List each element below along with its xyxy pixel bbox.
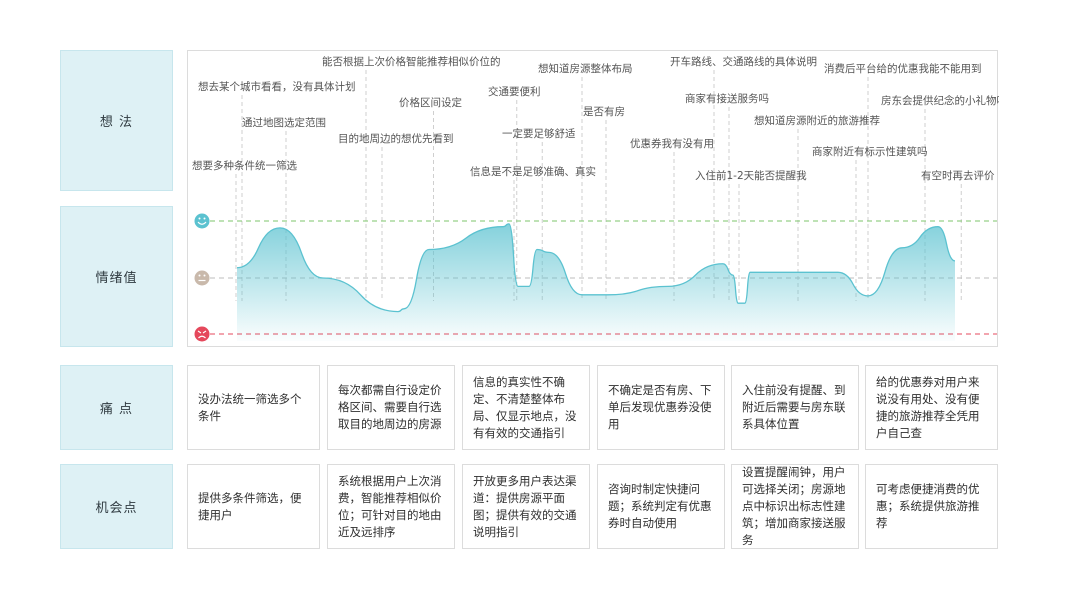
opportunity-cell: 设置提醒闹钟，用户可选择关闭；房源地点中标识出标志性建筑；增加商家接送服务 xyxy=(731,464,859,549)
row-label-emotion: 情绪值 xyxy=(60,206,173,347)
thought-label: 通过地图选定范围 xyxy=(242,116,326,129)
thought-label: 开车路线、交通路线的具体说明 xyxy=(670,55,817,68)
opportunity-cell: 系统根据用户上次消费，智能推荐相似价位；可针对目的地由近及远排序 xyxy=(327,464,455,549)
pain-point-cell: 每次都需自行设定价格区间、需要自行选取目的地周边的房源 xyxy=(327,365,455,450)
thought-label: 是否有房 xyxy=(583,105,625,118)
thought-label: 目的地周边的想优先看到 xyxy=(338,132,454,145)
thought-label: 房东会提供纪念的小礼物吗 xyxy=(881,94,999,107)
pain-point-cell: 给的优惠券对用户来说没有用处、没有便捷的旅游推荐全凭用户自己查 xyxy=(865,365,998,450)
thought-label: 有空时再去评价 xyxy=(921,169,995,182)
thought-label: 想知道房源附近的旅游推荐 xyxy=(754,114,880,127)
journey-map: 想要多种条件统一筛选 想去某个城市看看，没有具体计划通过地图选定范围目的地周边的想… xyxy=(192,55,1007,342)
thought-label: 消费后平台给的优惠我能不能用到 xyxy=(824,62,982,75)
row-label-opportunity: 机会点 xyxy=(60,464,173,549)
thought-label: 能否根据上次价格智能推荐相似价位的 xyxy=(322,55,501,68)
pain-point-cell: 不确定是否有房、下单后发现优惠券没使用 xyxy=(597,365,725,450)
opportunity-cell: 可考虑便捷消费的优惠；系统提供旅游推荐 xyxy=(865,464,998,549)
neutral-face-icon xyxy=(194,270,210,286)
row-label-pain: 痛 点 xyxy=(60,365,173,450)
thought-label: 入住前1-2天能否提醒我 xyxy=(695,169,807,182)
thought-label: 优惠券我有没有用 xyxy=(630,137,714,150)
thought-label: 交通要便利 xyxy=(488,85,541,98)
thought-label: 想知道房源整体布局 xyxy=(538,62,633,75)
thought-label: 想要多种条件统一筛选 xyxy=(192,159,297,172)
pain-point-cell: 信息的真实性不确定、不清楚整体布局、仅显示地点，没有有效的交通指引 xyxy=(462,365,590,450)
thought-label: 商家附近有标示性建筑吗 xyxy=(812,145,928,158)
thought-label: 商家有接送服务吗 xyxy=(685,92,769,105)
thought-label: 信息是不是足够准确、真实 xyxy=(470,165,596,178)
thought-label: 一定要足够舒适 xyxy=(502,127,576,140)
pain-point-cell: 没办法统一筛选多个条件 xyxy=(187,365,320,450)
thought-label: 价格区间设定 xyxy=(399,96,462,109)
happy-face-icon xyxy=(194,213,210,229)
thoughts-emotion-panel: 想要多种条件统一筛选 想去某个城市看看，没有具体计划通过地图选定范围 目的地周边的想… xyxy=(187,50,1007,347)
opportunity-cell: 开放更多用户表达渠道：提供房源平面图；提供有效的交通说明指引 xyxy=(462,464,590,549)
angry-face-icon xyxy=(194,326,210,342)
row-label-thoughts: 想 法 xyxy=(60,50,173,191)
opportunity-cell: 提供多条件筛选，便捷用户 xyxy=(187,464,320,549)
opportunity-cell: 咨询时制定快捷问题；系统判定有优惠券时自动使用 xyxy=(597,464,725,549)
pain-point-cell: 入住前没有提醒、到附近后需要与房东联系具体位置 xyxy=(731,365,859,450)
thought-label: 想去某个城市看看，没有具体计划 xyxy=(198,80,356,93)
